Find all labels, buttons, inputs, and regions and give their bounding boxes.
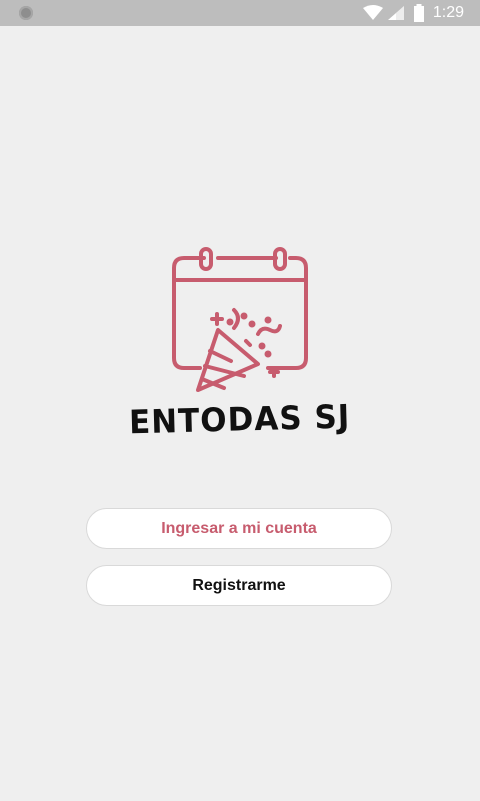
- register-button[interactable]: Registrarme: [86, 565, 392, 606]
- signal-icon: [387, 6, 404, 20]
- status-time: 1:29: [432, 4, 464, 21]
- app-name: ENTODAS SJ: [128, 398, 352, 442]
- status-icons: 1:29: [362, 0, 480, 26]
- logo: ENTODAS SJ: [0, 246, 480, 442]
- battery-icon: [413, 4, 424, 22]
- login-button[interactable]: Ingresar a mi cuenta: [86, 508, 392, 549]
- status-bar: 1:29: [0, 0, 480, 26]
- notification-dot-icon: [19, 6, 33, 20]
- calendar-party-popper-icon: [172, 247, 308, 392]
- wifi-icon: [362, 5, 383, 20]
